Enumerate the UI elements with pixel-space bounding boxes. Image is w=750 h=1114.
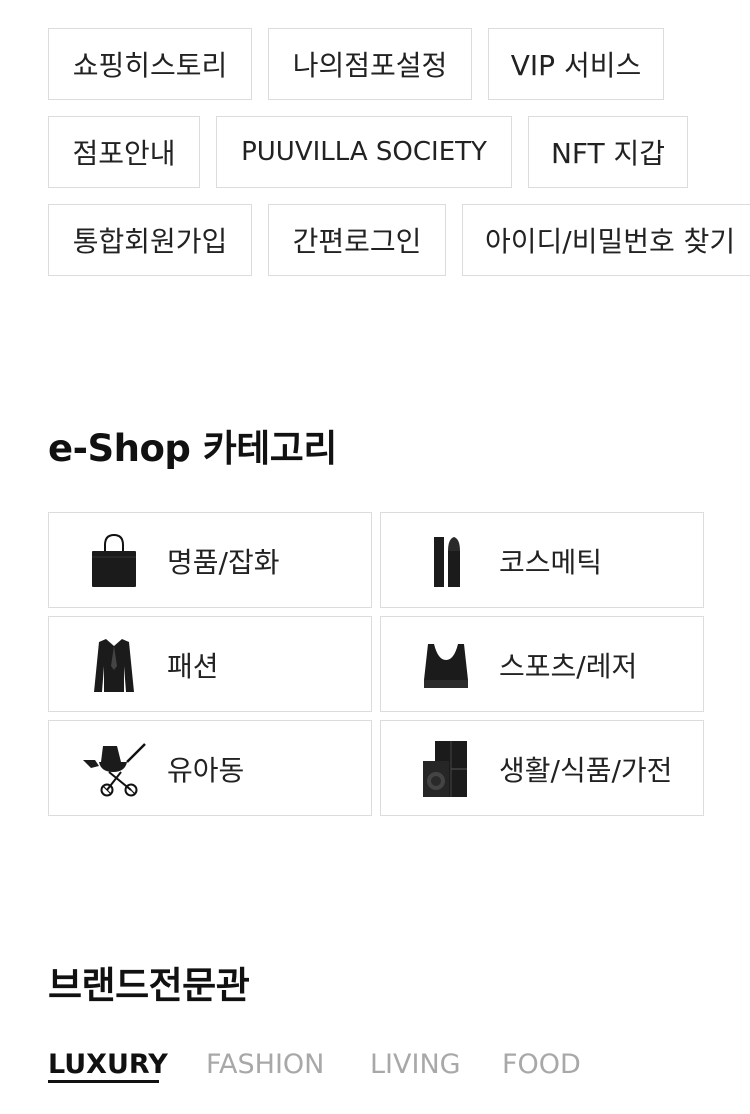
quick-link-my-store-settings[interactable]: 나의점포설정 <box>268 28 472 100</box>
tab-living[interactable]: LIVING <box>370 1046 461 1086</box>
quick-link-label: 점포안내 <box>72 137 176 170</box>
quick-link-shopping-history[interactable]: 쇼핑히스토리 <box>48 28 252 100</box>
quick-link-label: NFT 지갑 <box>550 137 666 170</box>
quick-link-label: 나의점포설정 <box>292 49 448 82</box>
category-sports-leisure[interactable]: 스포츠/레저 <box>380 616 704 712</box>
page: 쇼핑히스토리 나의점포설정 VIP 서비스 점포안내 PUUVILLA SOCI… <box>0 0 750 1114</box>
category-label: 명품/잡화 <box>167 546 280 579</box>
category-label: 생활/식품/가전 <box>499 754 673 787</box>
quick-link-easy-login[interactable]: 간편로그인 <box>268 204 446 276</box>
tab-fashion[interactable]: FASHION <box>206 1046 324 1086</box>
brand-section-title: 브랜드전문관 <box>48 964 250 1007</box>
category-label: 스포츠/레저 <box>499 650 638 683</box>
quick-link-puuvilla-society[interactable]: PUUVILLA SOCIETY <box>216 116 512 188</box>
category-label: 코스메틱 <box>499 546 603 579</box>
sports-top-icon <box>401 635 491 695</box>
category-label: 유아동 <box>167 754 245 787</box>
category-cosmetics[interactable]: 코스메틱 <box>380 512 704 608</box>
jacket-icon <box>69 635 159 695</box>
quick-link-vip-service[interactable]: VIP 서비스 <box>488 28 664 100</box>
quick-link-label: 통합회원가입 <box>72 225 228 258</box>
active-tab-indicator <box>48 1080 159 1083</box>
category-kids[interactable]: 유아동 <box>48 720 372 816</box>
quick-link-nft-wallet[interactable]: NFT 지갑 <box>528 116 688 188</box>
quick-link-signup[interactable]: 통합회원가입 <box>48 204 252 276</box>
quick-link-label: PUUVILLA SOCIETY <box>241 137 487 167</box>
category-label: 패션 <box>167 650 219 683</box>
quick-link-label: 쇼핑히스토리 <box>72 49 228 82</box>
appliance-icon <box>401 739 491 799</box>
category-fashion[interactable]: 패션 <box>48 616 372 712</box>
eshop-section-title: e-Shop 카테고리 <box>48 427 337 470</box>
lipstick-icon <box>401 531 491 591</box>
handbag-icon <box>69 531 159 591</box>
quick-link-find-id-password[interactable]: 아이디/비밀번호 찾기 <box>462 204 750 276</box>
quick-link-label: VIP 서비스 <box>510 49 642 82</box>
quick-link-label: 간편로그인 <box>292 225 422 258</box>
quick-link-label: 아이디/비밀번호 찾기 <box>485 225 736 258</box>
category-living-food-appliance[interactable]: 생활/식품/가전 <box>380 720 704 816</box>
stroller-icon <box>69 739 159 799</box>
quick-link-store-info[interactable]: 점포안내 <box>48 116 200 188</box>
category-luxury-goods[interactable]: 명품/잡화 <box>48 512 372 608</box>
tab-food[interactable]: FOOD <box>502 1046 581 1086</box>
